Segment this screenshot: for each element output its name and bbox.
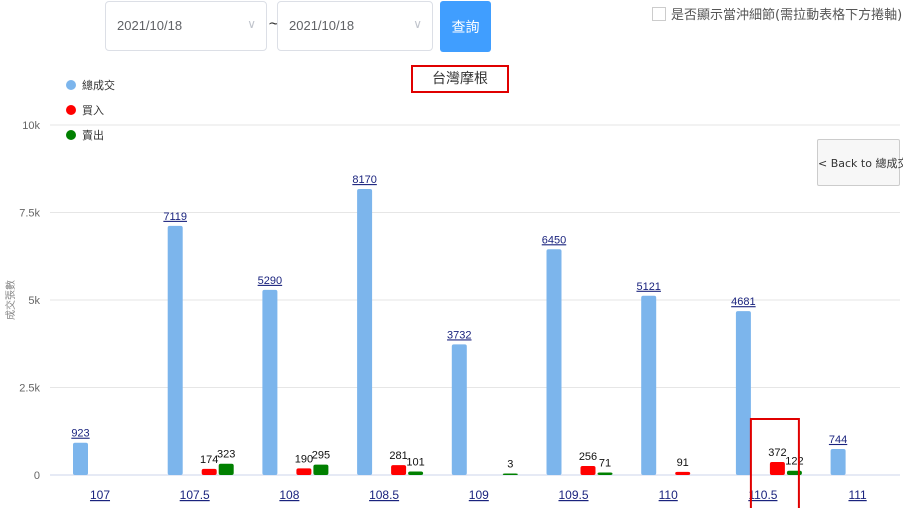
data-label: 744	[829, 434, 847, 446]
bar[interactable]	[391, 465, 407, 475]
data-label: 6450	[542, 234, 566, 246]
y-tick-label: 2.5k	[19, 383, 40, 395]
bar[interactable]	[641, 295, 657, 475]
x-tick-label[interactable]: 107	[90, 488, 110, 502]
x-tick-label[interactable]: 109	[469, 488, 489, 502]
bar[interactable]	[830, 448, 846, 475]
data-label: 372	[768, 447, 786, 459]
data-label: 323	[217, 449, 235, 461]
y-tick-label: 5k	[28, 295, 40, 307]
data-label: 5121	[636, 281, 660, 293]
bar[interactable]	[675, 471, 691, 475]
data-label: 3	[507, 459, 513, 471]
bar-chart: 0 2.5k 5k 7.5k 10k 成交張數 923 107 7119 174323 107.5 5…	[4, 120, 900, 508]
data-label: 256	[579, 451, 597, 463]
x-tick-label[interactable]: 109.5	[558, 488, 588, 502]
x-tick-label[interactable]: 110	[659, 488, 678, 502]
data-label: 923	[71, 428, 89, 440]
bar[interactable]	[597, 472, 613, 475]
bar[interactable]	[167, 225, 183, 475]
data-label: 5290	[258, 275, 282, 287]
bar[interactable]	[201, 468, 217, 475]
data-label: 3732	[447, 329, 471, 341]
data-label: 71	[599, 458, 611, 470]
bar[interactable]	[296, 468, 312, 475]
data-label: 8170	[352, 174, 376, 186]
y-axis-label: 成交張數	[4, 280, 17, 320]
data-label: 91	[677, 457, 689, 469]
bar[interactable]	[73, 442, 88, 475]
data-label: 4681	[731, 296, 755, 308]
bar[interactable]	[218, 463, 234, 475]
bar[interactable]	[580, 466, 596, 475]
bar[interactable]	[546, 249, 562, 475]
bar[interactable]	[357, 189, 373, 476]
bar[interactable]	[451, 344, 467, 475]
bar[interactable]	[313, 464, 329, 475]
y-tick-label: 10k	[22, 120, 40, 132]
x-tick-label[interactable]: 108	[279, 488, 299, 502]
bar[interactable]	[408, 471, 424, 475]
data-label: 295	[312, 450, 330, 462]
x-tick-label[interactable]: 108.5	[369, 488, 399, 502]
data-label: 101	[406, 456, 424, 468]
data-label: 7119	[163, 211, 187, 223]
bar[interactable]	[769, 461, 785, 475]
data-label: 174	[200, 454, 218, 466]
bar[interactable]	[735, 311, 751, 475]
data-label: 190	[295, 453, 313, 465]
x-tick-label[interactable]: 110.5	[748, 488, 777, 502]
bar[interactable]	[502, 473, 518, 476]
y-tick-label: 7.5k	[19, 208, 40, 220]
data-label: 281	[389, 450, 407, 462]
x-tick-label[interactable]: 107.5	[180, 488, 210, 502]
data-label: 122	[785, 456, 803, 468]
bar[interactable]	[262, 289, 278, 475]
x-tick-label[interactable]: 111	[848, 488, 867, 502]
y-tick-label: 0	[34, 470, 40, 482]
